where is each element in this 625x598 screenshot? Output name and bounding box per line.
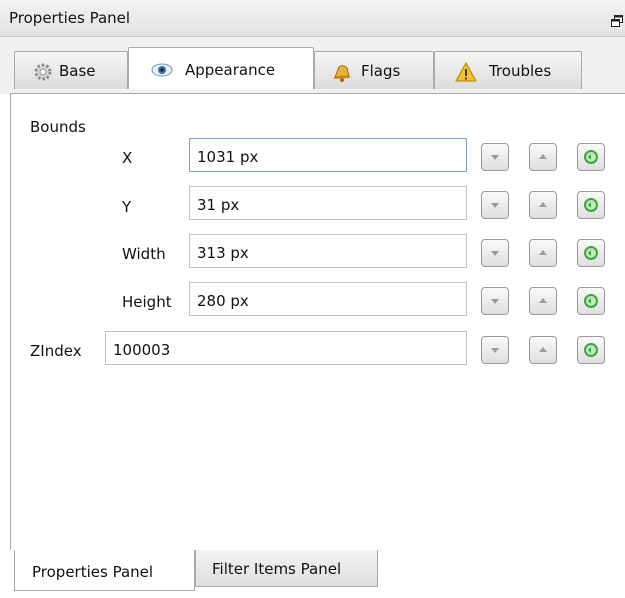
panel-titlebar: Properties Panel bbox=[0, 0, 625, 37]
reset-icon bbox=[584, 343, 598, 357]
height-reset-button[interactable] bbox=[577, 287, 605, 315]
width-label: Width bbox=[122, 245, 166, 263]
x-field[interactable]: 1031 px bbox=[189, 138, 467, 172]
panel-title: Properties Panel bbox=[9, 9, 131, 27]
zindex-label: ZIndex bbox=[30, 342, 82, 360]
bell-icon bbox=[331, 62, 351, 82]
height-field[interactable]: 280 px bbox=[189, 282, 467, 316]
decrement-icon bbox=[491, 203, 499, 208]
width-field[interactable]: 313 px bbox=[189, 234, 467, 268]
width-decrement-button[interactable] bbox=[481, 239, 509, 267]
width-reset-button[interactable] bbox=[577, 239, 605, 267]
increment-icon bbox=[539, 202, 547, 207]
reset-icon bbox=[584, 198, 598, 212]
gear-icon bbox=[33, 62, 53, 82]
tab-appearance[interactable]: Appearance bbox=[128, 47, 314, 89]
y-field[interactable]: 31 px bbox=[189, 186, 467, 220]
tab-strip: Base Appearance Flags Troubles bbox=[0, 37, 625, 94]
zindex-decrement-button[interactable] bbox=[481, 336, 509, 364]
x-label: X bbox=[122, 149, 133, 167]
decrement-icon bbox=[491, 251, 499, 256]
tab-flags[interactable]: Flags bbox=[314, 51, 434, 89]
bounds-label: Bounds bbox=[30, 118, 86, 136]
bottom-tab-strip: Properties Panel Filter Items Panel bbox=[0, 550, 625, 598]
tab-troubles-label: Troubles bbox=[489, 62, 552, 80]
increment-icon bbox=[539, 298, 547, 303]
tab-appearance-label: Appearance bbox=[185, 61, 276, 79]
height-decrement-button[interactable] bbox=[481, 287, 509, 315]
restore-window-icon[interactable] bbox=[611, 13, 623, 27]
bottom-tab-filter-items-panel[interactable]: Filter Items Panel bbox=[195, 550, 378, 587]
decrement-icon bbox=[491, 155, 499, 160]
decrement-icon bbox=[491, 348, 499, 353]
zindex-reset-button[interactable] bbox=[577, 336, 605, 364]
x-increment-button[interactable] bbox=[529, 143, 557, 171]
bottom-tab-properties-panel[interactable]: Properties Panel bbox=[14, 550, 195, 591]
tab-troubles[interactable]: Troubles bbox=[434, 51, 582, 89]
reset-icon bbox=[584, 294, 598, 308]
y-decrement-button[interactable] bbox=[481, 191, 509, 219]
bottom-tab-properties-label: Properties Panel bbox=[32, 563, 154, 581]
eye-icon bbox=[151, 60, 173, 80]
appearance-panel: Bounds X 1031 px Y 31 px Width 313 px He… bbox=[10, 93, 625, 551]
x-decrement-button[interactable] bbox=[481, 143, 509, 171]
tab-base-label: Base bbox=[59, 62, 96, 80]
width-increment-button[interactable] bbox=[529, 239, 557, 267]
bottom-tab-filter-label: Filter Items Panel bbox=[212, 560, 342, 578]
y-label: Y bbox=[122, 198, 132, 216]
height-increment-button[interactable] bbox=[529, 287, 557, 315]
tab-flags-label: Flags bbox=[361, 62, 401, 80]
y-increment-button[interactable] bbox=[529, 191, 557, 219]
height-label: Height bbox=[122, 293, 172, 311]
tab-base[interactable]: Base bbox=[14, 51, 128, 89]
zindex-field[interactable]: 100003 bbox=[105, 331, 467, 365]
warning-icon bbox=[455, 61, 477, 82]
increment-icon bbox=[539, 250, 547, 255]
x-reset-button[interactable] bbox=[577, 143, 605, 171]
y-reset-button[interactable] bbox=[577, 191, 605, 219]
increment-icon bbox=[539, 347, 547, 352]
zindex-increment-button[interactable] bbox=[529, 336, 557, 364]
decrement-icon bbox=[491, 299, 499, 304]
increment-icon bbox=[539, 154, 547, 159]
reset-icon bbox=[584, 150, 598, 164]
reset-icon bbox=[584, 246, 598, 260]
